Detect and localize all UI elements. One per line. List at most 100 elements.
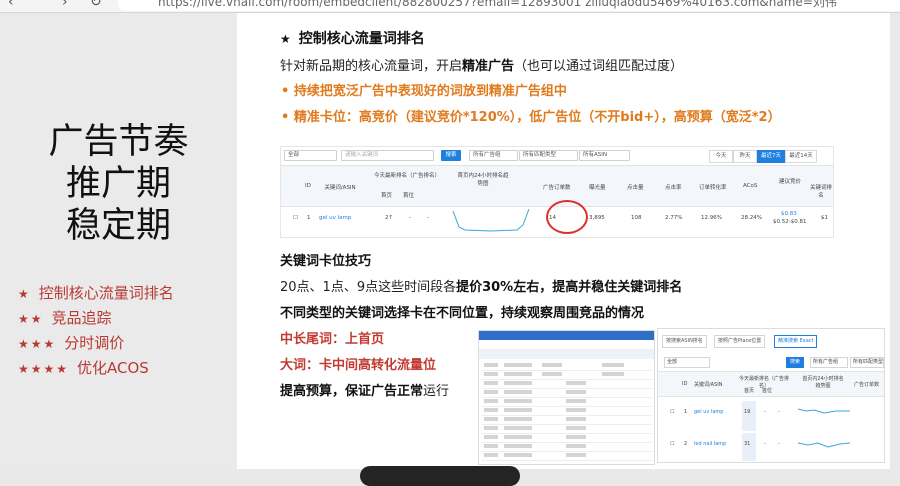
clicks-value: 108 <box>631 215 642 221</box>
slide-title: 广告节奏 推广期 稳定期 <box>0 121 237 247</box>
long-tail-line: 中长尾词：上首页 <box>280 332 385 347</box>
bid-range: $0.52-$0.81 <box>773 219 807 225</box>
date-yesterday-button[interactable]: 昨天 <box>733 150 757 163</box>
column-header: 首页 <box>381 193 393 199</box>
search-input[interactable]: 请输入关键词 <box>341 150 434 161</box>
date-today-button[interactable]: 今天 <box>709 150 733 163</box>
section2-line: 不同类型的关键词选择卡在不同位置，持续观察周围竞品的情况 <box>280 306 645 321</box>
search-button[interactable]: 搜索 <box>441 150 461 161</box>
heading-text: 控制核心流量词排名 <box>298 31 425 47</box>
back-icon[interactable]: ‹ <box>8 0 14 10</box>
list-row <box>482 399 652 407</box>
rank-value: 31 <box>744 441 751 447</box>
list-row <box>482 417 652 425</box>
strategy-label: 控制核心流量词排名 <box>38 284 174 302</box>
row-checkbox[interactable]: ☐ <box>670 441 674 447</box>
group-select[interactable]: 所有广告组 <box>810 357 848 368</box>
impressions-value: 3,895 <box>589 215 605 221</box>
keyword-link[interactable]: gel uv lamp <box>319 215 351 221</box>
trend-chart <box>452 208 530 232</box>
first-pos-value: - <box>778 409 780 415</box>
row-checkbox[interactable]: ☐ <box>293 215 298 221</box>
column-header: 点击量 <box>627 185 644 191</box>
strategy-list: ★ 控制核心流量词排名 ★★ 竞品追踪 ★★★ 分时调价 ★★★★ 优化ACOS <box>18 281 174 381</box>
row-id: 2 <box>684 441 688 447</box>
title-line: 稳定期 <box>65 206 171 246</box>
strategy-item: ★★★ 分时调价 <box>18 331 174 356</box>
star-icon: ★ <box>280 32 291 46</box>
row-id: 1 <box>307 215 311 221</box>
video-control-bar[interactable] <box>360 466 520 486</box>
column-header: 首位 <box>403 193 415 199</box>
star-icon: ★ <box>18 287 31 301</box>
list-row <box>482 408 652 416</box>
row-id: 1 <box>684 409 688 415</box>
first-page-value: - <box>764 441 766 447</box>
line-bold: 提价30%左右，提高并稳住关键词排名 <box>456 280 683 295</box>
reload-icon[interactable]: ↻ <box>90 0 102 10</box>
strategy-item: ★ 控制核心流量词排名 <box>18 281 174 306</box>
cvr-value: 12.96% <box>701 215 722 221</box>
list-row <box>482 390 652 398</box>
row-checkbox[interactable]: ☐ <box>670 409 674 415</box>
asin-select[interactable]: 所有ASIN <box>579 150 630 161</box>
group-select[interactable]: 所有广告组 <box>469 150 518 161</box>
column-header: 广告订单数 <box>854 382 880 388</box>
rank-cell <box>742 401 756 431</box>
filter-select[interactable]: 全部 <box>284 150 337 161</box>
intro-line: 针对新品期的核心流量词，开启精准广告（也可以通过词组匹配过度） <box>280 55 683 74</box>
browser-bar: ‹ › ↻ https://live.vhall.com/room/embedc… <box>0 0 900 13</box>
address-bar[interactable]: https://live.vhall.com/room/embedclient/… <box>118 0 900 11</box>
slide-edge <box>890 13 900 469</box>
screenshot-topbar <box>479 331 654 340</box>
budget-bold: 提高预算，保证广告正常 <box>280 384 424 399</box>
rank-tracker-screenshot: 按搜索ASIN排名 按照广告Place位置 精准搜索 Exact 全部 搜索 所… <box>657 328 885 463</box>
trend-chart <box>797 408 850 414</box>
list-row <box>482 453 652 461</box>
date-14d-button[interactable]: 最近14天 <box>785 150 817 163</box>
intro-bold: 精准广告 <box>462 59 515 74</box>
title-line: 推广期 <box>65 164 171 204</box>
match-select[interactable]: 所有匹配类型 <box>850 357 884 368</box>
first-page-value: - <box>409 215 411 221</box>
kw-rank-value: $1 <box>821 215 828 221</box>
line-text: 20点、1点、9点这些时间段各 <box>280 280 457 295</box>
forward-icon[interactable]: › <box>62 0 68 10</box>
title-line: 广告节奏 <box>48 122 189 162</box>
rank-value: 19 <box>744 409 751 415</box>
tab-search-asin[interactable]: 按搜索ASIN排名 <box>662 335 707 348</box>
column-header: 今天最新排名（广告排名） <box>373 173 440 179</box>
bullet-line: • 持续把宽泛广告中表现好的词放到精准广告组中 <box>281 84 567 99</box>
search-button[interactable]: 搜索 <box>786 357 804 368</box>
keyword-list-screenshot <box>478 330 655 465</box>
column-header: 首页内24小时排名趋势图 <box>457 173 509 187</box>
column-header: 建议竞价 <box>778 179 801 185</box>
column-header: 首页 <box>744 388 755 394</box>
date-7d-button[interactable]: 最近7天 <box>757 150 785 163</box>
column-header: 曝光量 <box>589 185 606 191</box>
column-header: 关键词/ASIN <box>324 185 356 191</box>
star-icon: ★★ <box>18 312 44 326</box>
bid-value[interactable]: $0.83 <box>781 211 797 217</box>
budget-text: 运行 <box>423 384 450 399</box>
match-select[interactable]: 所有匹配类型 <box>519 150 578 161</box>
column-header: ID <box>305 183 311 189</box>
acos-value: 28.24% <box>741 215 762 221</box>
star-icon: ★★★★ <box>18 362 70 376</box>
section2-title: 关键词卡位技巧 <box>280 254 372 269</box>
keyword-link[interactable]: led nail lamp <box>694 441 726 447</box>
column-header: 关键词排名 <box>809 185 832 199</box>
strategy-item: ★★★★ 优化ACOS <box>18 356 174 381</box>
list-row <box>482 435 652 443</box>
keyword-link[interactable]: gel uv lamp <box>694 409 723 415</box>
tab-exact[interactable]: 精准搜索 Exact <box>774 335 818 348</box>
strategy-label: 优化ACOS <box>77 359 149 377</box>
filter-select[interactable]: 全部 <box>664 357 710 368</box>
tab-ad-place[interactable]: 按照广告Place位置 <box>714 335 766 348</box>
rank-cell <box>742 433 756 461</box>
column-header: ACoS <box>743 183 758 189</box>
rank-value: 2↑ <box>385 215 394 221</box>
list-row <box>482 381 652 389</box>
strategy-label: 竞品追踪 <box>51 309 112 327</box>
star-icon: ★★★ <box>18 337 57 351</box>
